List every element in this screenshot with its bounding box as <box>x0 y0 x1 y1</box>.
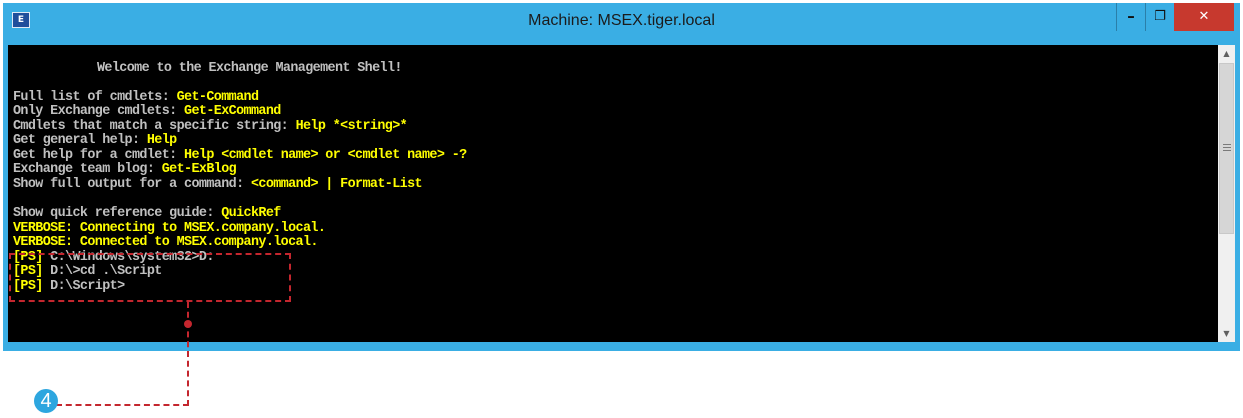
help-command: Help <box>146 133 177 148</box>
quickref-line: Show quick reference guide: QuickRef <box>13 207 281 221</box>
quickref-label: Show quick reference guide: <box>13 206 222 221</box>
callout-leader-vertical <box>187 302 189 406</box>
welcome-line: Welcome to the Exchange Management Shell… <box>97 61 402 76</box>
help-label: Cmdlets that match a specific string: <box>13 119 296 134</box>
vertical-scrollbar[interactable]: ▲ ▼ <box>1218 45 1235 342</box>
callout-highlight-box <box>9 253 291 302</box>
callout-leader-horizontal <box>56 404 189 406</box>
help-line: Get general help: Help <box>13 134 177 148</box>
minimize-button[interactable]: – <box>1116 3 1145 31</box>
help-label: Show full output for a command: <box>13 177 251 192</box>
window-title: Machine: MSEX.tiger.local <box>528 12 715 29</box>
help-line: Full list of cmdlets: Get-Command <box>13 90 259 105</box>
help-command: Get-Command <box>176 90 259 105</box>
help-command: Help <cmdlet name> or <cmdlet name> -? <box>184 148 467 163</box>
scrollbar-thumb[interactable] <box>1219 63 1234 234</box>
maximize-button[interactable]: ❐ <box>1145 3 1174 31</box>
help-label: Get general help: <box>13 133 147 148</box>
help-command: Help *<string>* <box>295 119 408 134</box>
quickref-command: QuickRef <box>221 206 281 221</box>
help-command: Get-ExBlog <box>161 162 237 177</box>
help-label: Exchange team blog: <box>13 162 162 177</box>
grip-line <box>1223 144 1231 145</box>
help-command: <command> | Format-List <box>250 177 423 192</box>
help-label: Get help for a cmdlet: <box>13 148 185 163</box>
help-label: Only Exchange cmdlets: <box>13 104 185 119</box>
help-command: Get-ExCommand <box>184 104 281 119</box>
help-line: Show full output for a command: <command… <box>13 177 423 192</box>
grip-line <box>1223 147 1231 148</box>
close-button[interactable]: ✕ <box>1174 3 1234 31</box>
grip-line <box>1223 150 1231 151</box>
title-bar[interactable]: E Machine: MSEX.tiger.local – ❐ ✕ <box>3 3 1240 39</box>
scroll-down-icon[interactable]: ▼ <box>1218 325 1235 342</box>
help-line: Only Exchange cmdlets: Get-ExCommand <box>13 105 281 119</box>
help-label: Full list of cmdlets: <box>13 90 177 105</box>
help-line: Cmdlets that match a specific string: He… <box>13 119 408 134</box>
help-line: Get help for a cmdlet: Help <cmdlet name… <box>13 149 467 163</box>
verbose-line: VERBOSE: Connected to MSEX.company.local… <box>13 235 318 250</box>
callout-number-badge: 4 <box>34 389 58 413</box>
scroll-up-icon[interactable]: ▲ <box>1218 45 1235 62</box>
verbose-line: VERBOSE: Connecting to MSEX.company.loca… <box>13 221 326 236</box>
help-line: Exchange team blog: Get-ExBlog <box>13 162 237 177</box>
